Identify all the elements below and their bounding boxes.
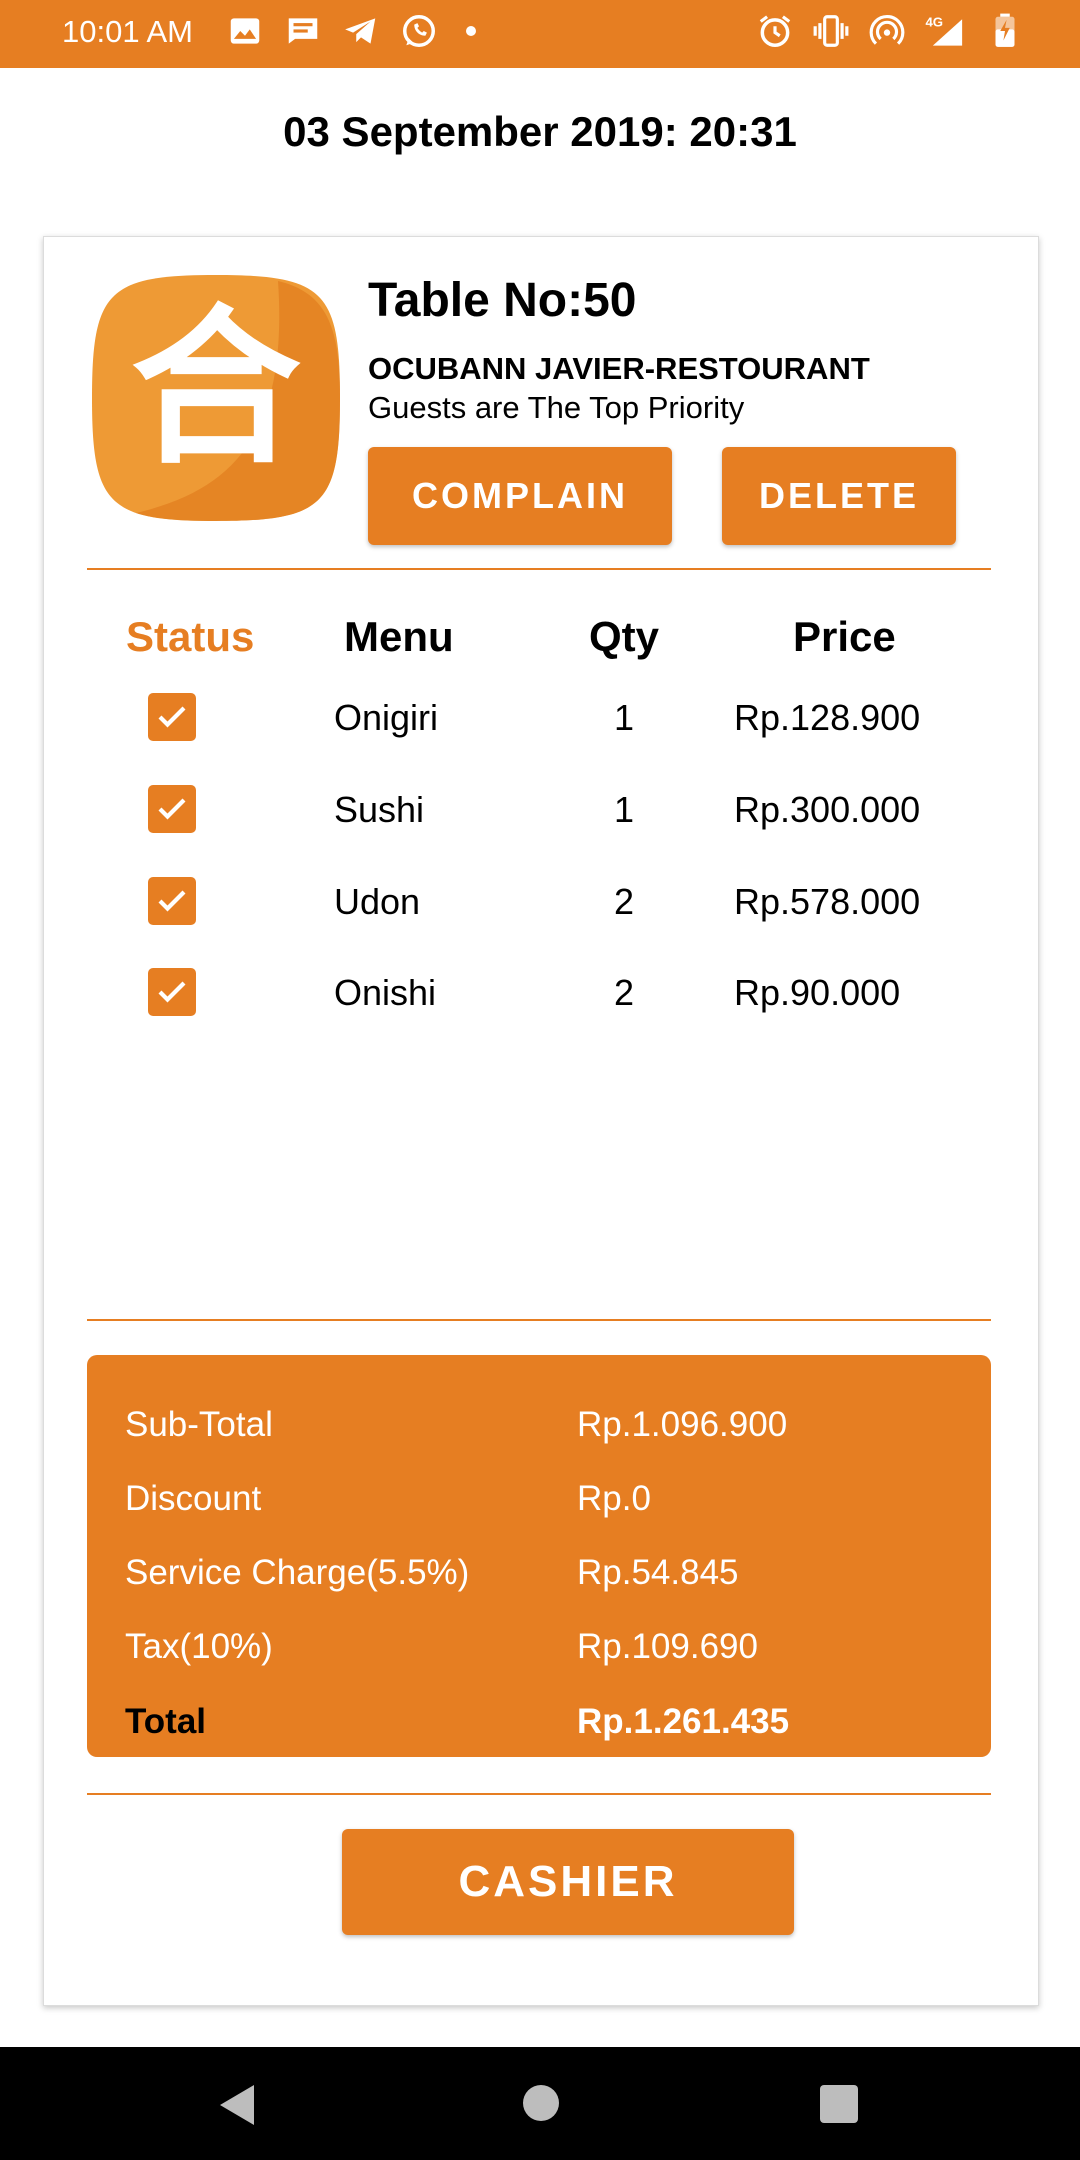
image-icon [230, 18, 260, 44]
telegram-icon [345, 18, 376, 44]
check-icon [158, 890, 186, 912]
whatsapp-icon [403, 15, 435, 47]
cashier-button[interactable]: CASHIER [342, 1829, 794, 1935]
check-icon [158, 981, 186, 1003]
restaurant-logo: 合 [88, 269, 344, 527]
vibrate-icon [813, 15, 849, 47]
status-bar: 10:01 AM 4G [0, 0, 1080, 68]
summary-total-label: Total [125, 1702, 207, 1741]
signal-4g-icon: 4G [925, 15, 963, 46]
svg-text:合: 合 [131, 290, 301, 488]
summary-row-service-charge: Service Charge(5.5%) Rp.54.845 [87, 1553, 991, 1603]
summary-value: Rp.0 [577, 1479, 651, 1518]
table-number: Table No:50 [368, 274, 637, 327]
order-item-row: Sushi 1 Rp.300.000 [44, 781, 1038, 841]
item-menu: Sushi [334, 789, 425, 830]
summary-label: Discount [125, 1479, 262, 1518]
item-menu: Onigiri [334, 697, 439, 738]
delete-button[interactable]: DELETE [722, 447, 956, 545]
summary-label: Service Charge(5.5%) [125, 1553, 470, 1592]
summary-divider [87, 1793, 991, 1795]
summary-value: Rp.1.096.900 [577, 1405, 788, 1444]
notification-dot-icon [466, 26, 476, 36]
order-summary: Sub-Total Rp.1.096.900 Discount Rp.0 Ser… [87, 1355, 991, 1757]
item-price: Rp.128.900 [734, 697, 921, 738]
item-menu: Onishi [334, 972, 437, 1013]
order-date-time: 03 September 2019: 20:31 [283, 108, 797, 155]
item-qty: 1 [613, 697, 635, 738]
hotspot-icon [869, 15, 905, 45]
item-price: Rp.300.000 [734, 789, 921, 830]
order-item-row: Udon 2 Rp.578.000 [44, 873, 1038, 933]
status-right-icons: 4G [756, 12, 1024, 50]
item-menu: Udon [334, 881, 421, 922]
summary-value: Rp.109.690 [577, 1627, 758, 1666]
item-qty: 1 [613, 789, 635, 830]
summary-row-subtotal: Sub-Total Rp.1.096.900 [87, 1405, 991, 1455]
order-table-header: Status Menu Qty Price [44, 613, 1038, 673]
svg-text:4G: 4G [925, 15, 943, 30]
status-time: 10:01 AM [62, 14, 193, 49]
item-price: Rp.578.000 [734, 881, 921, 922]
item-qty: 2 [613, 881, 635, 922]
summary-total-value: Rp.1.261.435 [577, 1702, 790, 1741]
item-qty: 2 [613, 972, 635, 1013]
alarm-icon [759, 15, 791, 47]
summary-value: Rp.54.845 [577, 1553, 739, 1592]
item-price: Rp.90.000 [734, 972, 901, 1013]
summary-row-tax: Tax(10%) Rp.109.690 [87, 1627, 991, 1677]
home-icon[interactable] [523, 2085, 559, 2121]
column-header-status: Status [126, 613, 255, 660]
column-header-menu: Menu [344, 613, 454, 660]
order-item-row: Onishi 2 Rp.90.000 [44, 964, 1038, 1024]
order-card: 合 Table No:50 OCUBANN JAVIER-RESTOURANT … [43, 236, 1039, 2006]
summary-row-discount: Discount Rp.0 [87, 1479, 991, 1529]
items-divider [87, 1319, 991, 1321]
navigation-bar [0, 2047, 1080, 2160]
column-header-price: Price [793, 613, 896, 660]
status-checkbox[interactable] [148, 968, 196, 1016]
column-header-qty: Qty [589, 613, 660, 660]
check-icon [158, 706, 186, 728]
complain-button[interactable]: COMPLAIN [368, 447, 672, 545]
summary-label: Sub-Total [125, 1405, 273, 1444]
back-icon[interactable] [218, 2083, 258, 2127]
status-checkbox[interactable] [148, 877, 196, 925]
order-item-row: Onigiri 1 Rp.128.900 [44, 689, 1038, 749]
status-left-icons [226, 12, 476, 50]
summary-label: Tax(10%) [125, 1627, 273, 1666]
status-checkbox[interactable] [148, 693, 196, 741]
message-icon [288, 18, 318, 44]
status-checkbox[interactable] [148, 785, 196, 833]
recents-icon[interactable] [820, 2085, 858, 2123]
summary-row-total: Total Rp.1.261.435 [87, 1702, 991, 1752]
battery-icon [995, 13, 1015, 47]
restaurant-name: OCUBANN JAVIER-RESTOURANT [368, 351, 870, 386]
check-icon [158, 798, 186, 820]
header-divider [87, 568, 991, 570]
restaurant-tagline: Guests are The Top Priority [368, 390, 745, 425]
